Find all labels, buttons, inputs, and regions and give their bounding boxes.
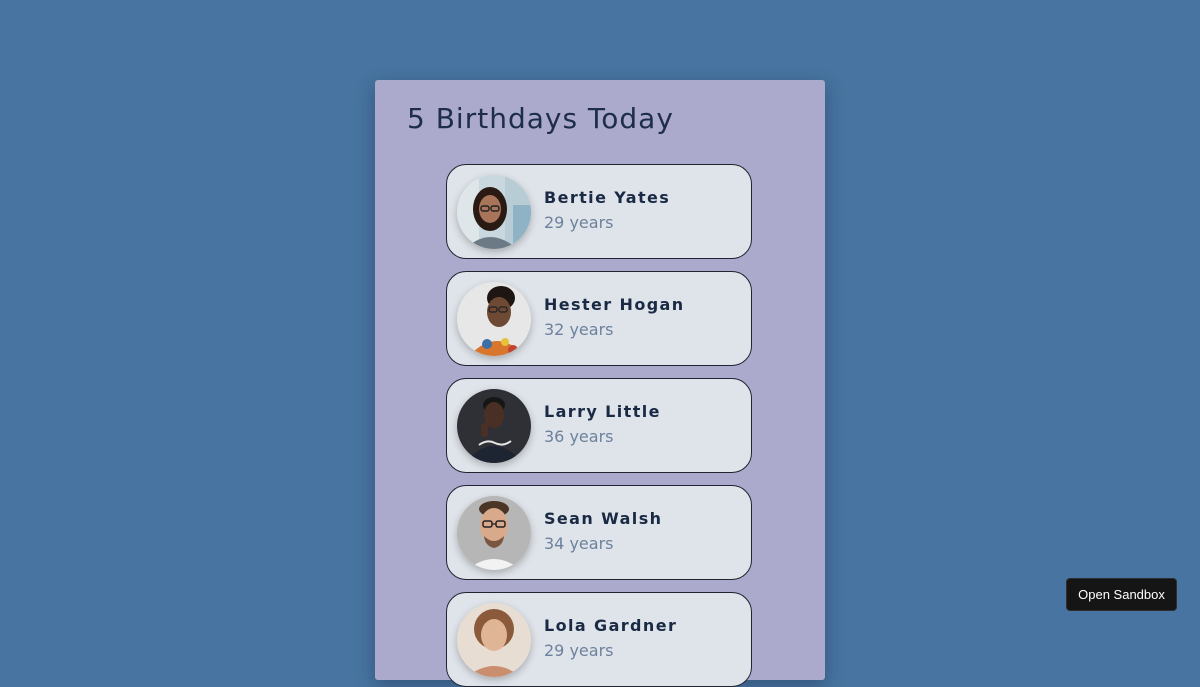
avatar	[457, 603, 531, 677]
person-age: 29 years	[544, 213, 614, 232]
avatar	[457, 175, 531, 249]
person-item-larry-little[interactable]: Larry Little 36 years	[446, 378, 752, 473]
person-name: Sean Walsh	[544, 509, 663, 528]
page-title: 5 Birthdays Today	[407, 102, 674, 135]
person-age: 36 years	[544, 427, 614, 446]
person-name: Larry Little	[544, 402, 661, 421]
avatar	[457, 389, 531, 463]
person-age: 29 years	[544, 641, 614, 660]
person-item-bertie-yates[interactable]: Bertie Yates 29 years	[446, 164, 752, 259]
person-item-sean-walsh[interactable]: Sean Walsh 34 years	[446, 485, 752, 580]
open-sandbox-button[interactable]: Open Sandbox	[1066, 578, 1177, 611]
person-name: Lola Gardner	[544, 616, 678, 635]
person-name: Hester Hogan	[544, 295, 685, 314]
person-name: Bertie Yates	[544, 188, 671, 207]
birthday-card: 5 Birthdays Today Bertie Yates 29 years	[375, 80, 825, 687]
person-item-lola-gardner[interactable]: Lola Gardner 29 years	[446, 592, 752, 687]
avatar	[457, 282, 531, 356]
avatar	[457, 496, 531, 570]
person-age: 32 years	[544, 320, 614, 339]
person-item-hester-hogan[interactable]: Hester Hogan 32 years	[446, 271, 752, 366]
person-age: 34 years	[544, 534, 614, 553]
